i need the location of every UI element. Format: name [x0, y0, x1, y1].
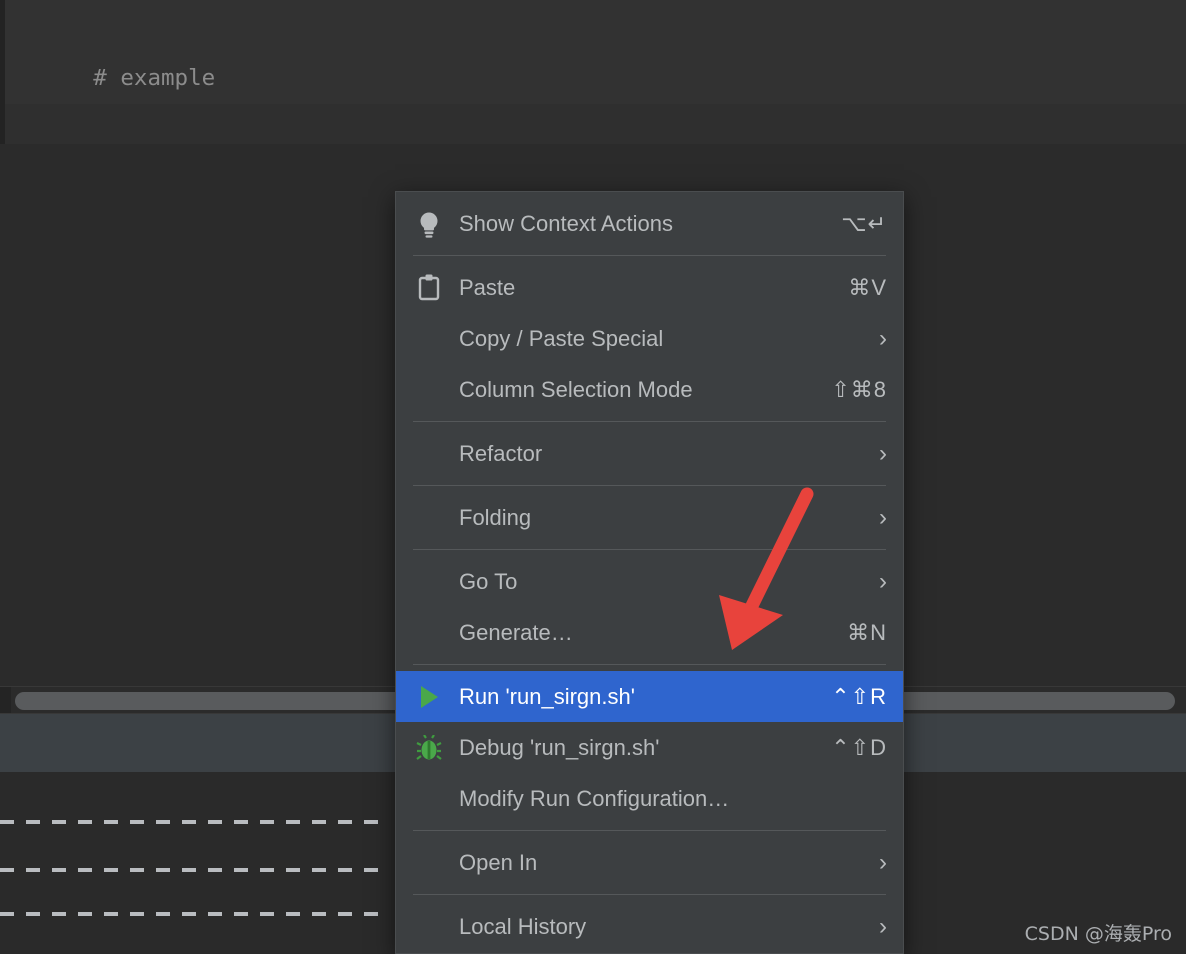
menu-item-shortcut: ⇧⌘8: [831, 376, 887, 402]
menu-item-go-to[interactable]: Go To ›: [396, 556, 903, 607]
menu-item-label: Show Context Actions: [459, 210, 674, 236]
menu-item-shortcut: ⌘V: [848, 274, 887, 300]
dashed-line: [0, 820, 390, 824]
menu-item-run-run-sirgn-sh[interactable]: Run 'run_sirgn.sh' ⌃⇧R: [396, 671, 903, 722]
menu-item-shortcut: ⌃⇧R: [831, 683, 887, 709]
dashed-line: [0, 868, 390, 872]
lightbulb-icon: [413, 210, 445, 238]
csdn-watermark: CSDN @海轰Pro: [1024, 923, 1172, 945]
menu-item-shortcut: ⌃⇧D: [831, 734, 887, 760]
menu-separator: [413, 549, 886, 550]
menu-item-local-history[interactable]: Local History ›: [396, 901, 903, 952]
menu-item-label: Local History: [459, 913, 587, 939]
icon-placeholder: [413, 504, 445, 532]
menu-item-label: Debug 'run_sirgn.sh': [459, 734, 660, 760]
menu-item-label: Generate…: [459, 619, 573, 645]
chevron-right-icon: ›: [879, 848, 887, 876]
icon-placeholder: [413, 619, 445, 647]
icon-placeholder: [413, 325, 445, 353]
menu-item-debug-run-sirgn-sh[interactable]: Debug 'run_sirgn.sh' ⌃⇧D: [396, 722, 903, 773]
menu-item-generate[interactable]: Generate… ⌘N: [396, 607, 903, 658]
menu-item-label: Refactor: [459, 440, 543, 466]
scrollbar-left-gutter: [0, 687, 11, 713]
menu-item-label: Column Selection Mode: [459, 376, 693, 402]
icon-placeholder: [413, 568, 445, 596]
menu-item-refactor[interactable]: Refactor ›: [396, 428, 903, 479]
icon-placeholder: [413, 913, 445, 941]
menu-item-modify-run-configuration[interactable]: Modify Run Configuration…: [396, 773, 903, 824]
chevron-right-icon: ›: [879, 439, 887, 467]
icon-placeholder: [413, 849, 445, 877]
clipboard-icon: [413, 274, 445, 302]
menu-item-label: Paste: [459, 274, 516, 300]
menu-item-copy-paste-special[interactable]: Copy / Paste Special ›: [396, 313, 903, 364]
editor-context-menu[interactable]: Show Context Actions ⌥↵ Paste ⌘V Copy / Past…: [395, 191, 904, 954]
menu-item-paste[interactable]: Paste ⌘V: [396, 262, 903, 313]
chevron-right-icon: ›: [879, 567, 887, 595]
debug-bug-icon: [413, 734, 445, 762]
icon-placeholder: [413, 440, 445, 468]
code-editor-pane[interactable]: # example python3 code/main.py --input_p…: [5, 0, 1186, 104]
menu-item-shortcut: ⌘N: [847, 619, 887, 645]
code-comment-token: # example: [93, 65, 216, 91]
menu-item-folding[interactable]: Folding ›: [396, 492, 903, 543]
menu-item-show-context-actions[interactable]: Show Context Actions ⌥↵: [396, 198, 903, 249]
chevron-right-icon: ›: [879, 503, 887, 531]
menu-item-column-selection-mode[interactable]: Column Selection Mode ⇧⌘8: [396, 364, 903, 415]
menu-item-shortcut: ⌥↵: [841, 210, 887, 236]
icon-placeholder: [413, 376, 445, 404]
run-play-icon: [413, 683, 445, 711]
menu-separator: [413, 664, 886, 665]
menu-item-label: Modify Run Configuration…: [459, 785, 730, 811]
menu-separator: [413, 421, 886, 422]
menu-item-label: Run 'run_sirgn.sh': [459, 683, 635, 709]
menu-item-label: Open In: [459, 849, 538, 875]
menu-item-label: Folding: [459, 504, 532, 530]
menu-separator: [413, 485, 886, 486]
chevron-right-icon: ›: [879, 912, 887, 940]
menu-separator: [413, 255, 886, 256]
chevron-right-icon: ›: [879, 324, 887, 352]
code-line-comment: # example: [5, 0, 1186, 104]
menu-separator: [413, 830, 886, 831]
dashed-line: [0, 912, 390, 916]
menu-item-label: Copy / Paste Special: [459, 325, 664, 351]
menu-item-open-in[interactable]: Open In ›: [396, 837, 903, 888]
editor-blank-line-area: [5, 104, 1186, 144]
icon-placeholder: [413, 785, 445, 813]
menu-item-label: Go To: [459, 568, 518, 594]
menu-separator: [413, 894, 886, 895]
